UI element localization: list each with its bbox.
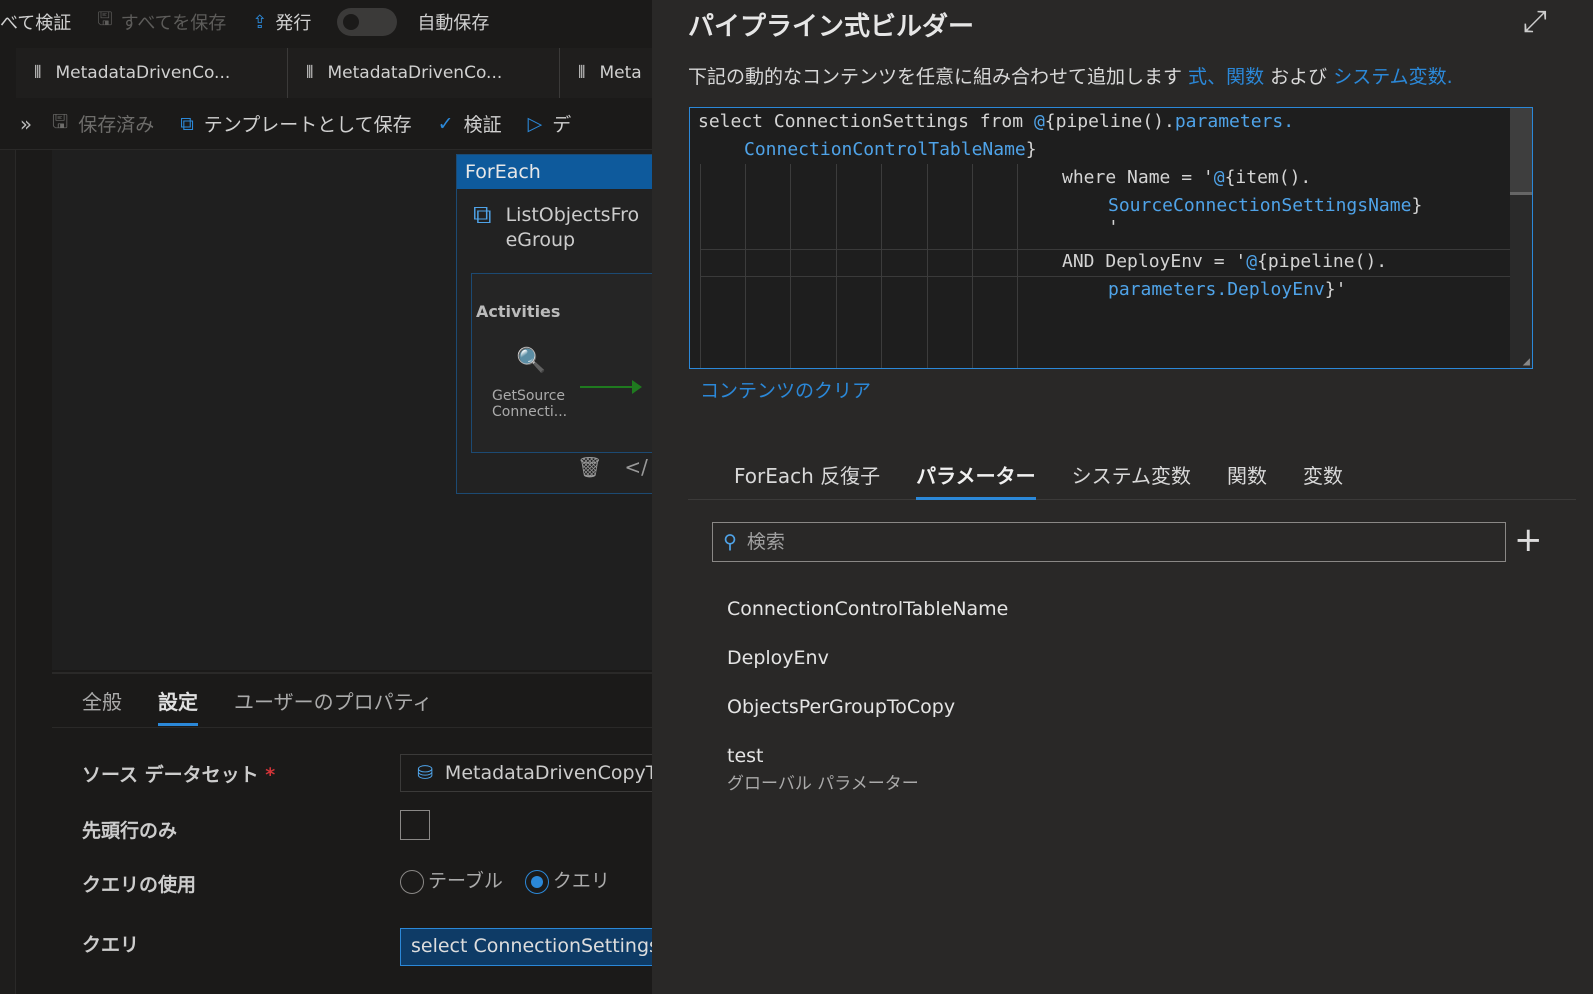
code-line: AND DeployEnv = '@{pipeline(). [1062,251,1388,272]
template-icon: ⧉ [180,112,194,135]
checkmark-icon: ✓ [437,112,454,135]
list-item[interactable]: DeployEnv [727,647,1008,696]
radio-query[interactable]: クエリ [524,866,610,894]
required-marker: * [265,764,276,786]
foreach-icon: ⧉ [473,200,492,230]
debug-button[interactable]: ▷ デ [528,110,572,137]
expression-editor[interactable]: select ConnectionSettings from @{pipelin… [689,107,1533,369]
code-icon[interactable]: </ [624,455,648,479]
document-tab[interactable]: ⦀ MetadataDrivenCo... [16,48,288,98]
list-item[interactable]: test グローバル パラメーター [727,745,1008,794]
pipeline-toolbar: » 🖫 保存済み ⧉ テンプレートとして保存 ✓ 検証 ▷ デ [0,98,652,150]
delete-icon[interactable]: 🗑 [577,455,602,479]
publish-button[interactable]: ⇪ 発行 [252,9,311,35]
first-row-label: 先頭行のみ [82,820,178,842]
parameter-search: ⚲ [712,522,1506,562]
expand-icon[interactable]: ⤢ [1523,4,1547,39]
getsource-activity[interactable]: GetSource Connecti... [492,388,582,420]
search-icon: ⚲ [723,531,737,553]
tab-parameters[interactable]: パラメーター [916,456,1036,500]
use-query-label: クエリの使用 [82,874,197,896]
document-tabs: ⦀ MetadataDrivenCo... ⦀ MetadataDrivenCo… [16,48,652,98]
activity-name: ListObjectsFro eGroup [505,204,640,251]
properties-tabs: 全般 設定 ユーザーのプロパティ [52,674,652,728]
code-line: SourceConnectionSettingsName} [1108,195,1423,216]
top-command-bar: べて検証 🖫 すべてを保存 ⇪ 発行 自動保存 [0,0,652,44]
save-as-template-button[interactable]: ⧉ テンプレートとして保存 [180,110,411,137]
pipeline-icon: ⦀ [34,63,42,83]
source-dataset-select[interactable]: ⛁ MetadataDrivenCopyTa [400,754,652,792]
tab-system-variables[interactable]: システム変数 [1072,456,1191,500]
link-expressions[interactable]: 式 [1188,66,1207,88]
parameter-list: ConnectionControlTableName DeployEnv Obj… [727,598,1008,794]
pipeline-editor-background: べて検証 🖫 すべてを保存 ⇪ 発行 自動保存 ⦀ MetadataDriven… [0,0,652,994]
scrollbar-thumb[interactable] [1510,108,1532,194]
code-line: where Name = '@{item(). [1062,167,1312,188]
first-row-checkbox[interactable] [400,810,430,840]
expand-chevron-icon[interactable]: » [0,112,52,136]
query-label: クエリ [82,934,140,956]
save-icon: 🖫 [97,9,113,30]
panel-title: パイプライン式ビルダー [688,12,975,42]
query-input[interactable]: select ConnectionSettings f [400,928,652,966]
play-icon: ▷ [527,112,543,135]
autosave-toggle[interactable]: 自動保存 [337,8,489,36]
saved-button[interactable]: 🖫 保存済み [52,108,154,140]
toggle-switch[interactable] [337,8,398,36]
code-line: select ConnectionSettings from @{pipelin… [698,111,1295,132]
code-line: parameters.DeployEnv}' [1108,279,1347,300]
validate-all-button[interactable]: べて検証 [0,9,71,35]
tab-functions[interactable]: 関数 [1227,456,1267,500]
parameter-scope: グローバル パラメーター [727,774,919,794]
sql-dataset-icon: ⛁ [417,762,433,784]
builder-tabs: ForEach 反復子 パラメーター システム変数 関数 変数 [688,456,1576,500]
foreach-activity[interactable]: ForEach ⧉ ListObjectsFro eGroup Activiti… [456,154,652,494]
radio-table[interactable]: テーブル [400,866,503,894]
source-dataset-label: ソース データセット * [82,764,276,786]
pipeline-icon: ⦀ [306,63,314,83]
resize-handle-icon[interactable]: ◢ [1523,354,1530,368]
activities-container[interactable]: Activities 🔍 GetSource Connecti... [471,273,652,453]
clear-contents-link[interactable]: コンテンツのクリア [700,376,871,403]
validate-button[interactable]: ✓ 検証 [438,110,502,137]
tab-variables[interactable]: 変数 [1303,456,1343,500]
activities-label: Activities [476,302,561,321]
properties-pane: 全般 設定 ユーザーのプロパティ ソース データセット * ⛁ Metadata… [52,672,652,994]
list-item[interactable]: ConnectionControlTableName [727,598,1008,647]
save-icon: 🖫 [52,110,69,133]
document-tab[interactable]: ⦀ MetadataDrivenCo... [288,48,560,98]
pipeline-icon: ⦀ [578,63,586,83]
side-strip [0,150,16,994]
tab-settings[interactable]: 設定 [158,686,198,726]
upload-icon: ⇪ [252,11,268,33]
expression-builder-panel: パイプライン式ビルダー ⤢ 下記の動的なコンテンツを任意に組み合わせて追加します… [652,0,1593,994]
search-input[interactable] [746,531,1447,553]
tab-general[interactable]: 全般 [82,686,122,727]
lookup-icon: 🔍 [516,346,546,374]
add-parameter-button[interactable]: + [1514,520,1543,560]
code-line: ConnectionControlTableName} [744,139,1037,160]
editor-scrollbar[interactable] [1510,108,1532,368]
tab-foreach-iterator[interactable]: ForEach 反復子 [734,456,880,500]
use-query-radios: テーブル クエリ [400,866,610,894]
tab-user-properties[interactable]: ユーザーのプロパティ [234,686,432,727]
save-all-button[interactable]: 🖫 すべてを保存 [97,7,226,37]
link-functions[interactable]: 関数 [1226,66,1264,88]
document-tab[interactable]: ⦀ Meta [560,48,652,98]
builder-description: 下記の動的なコンテンツを任意に組み合わせて追加します 式、関数 および システム… [688,66,1453,88]
foreach-header: ForEach [457,155,652,189]
success-arrow [580,380,642,394]
code-line: ' [1108,217,1119,238]
link-system-variables[interactable]: システム変数. [1333,66,1452,88]
list-item[interactable]: ObjectsPerGroupToCopy [727,696,1008,745]
